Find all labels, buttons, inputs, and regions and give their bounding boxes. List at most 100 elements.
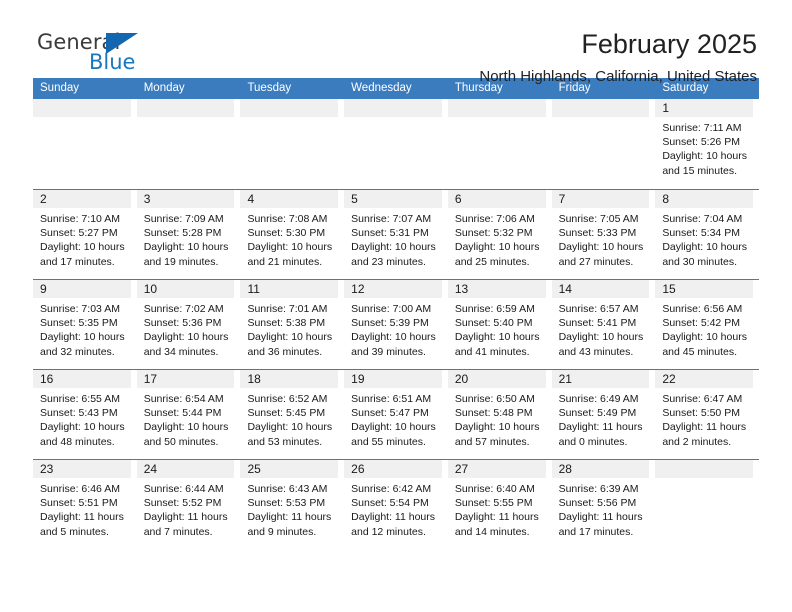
sunrise-text: Sunrise: 6:56 AM [662, 303, 743, 315]
sunrise-text: Sunrise: 6:39 AM [558, 483, 639, 495]
day-number: 13 [447, 280, 546, 298]
page-title: February 2025 [581, 29, 757, 59]
daylight-text: Daylight: 10 hours and 48 minutes. [40, 421, 125, 448]
sunrise-text: Sunrise: 7:05 AM [558, 213, 639, 225]
calendar-day-cell[interactable]: 24 Sunrise: 6:44 AM Sunset: 5:52 PM Dayligh… [136, 460, 241, 549]
sunrise-text: Sunrise: 6:49 AM [558, 393, 639, 405]
day-sun-info: Sunrise: 6:47 AM Sunset: 5:50 PM Daylight:… [655, 388, 753, 449]
calendar-day-cell-empty [551, 99, 656, 189]
calendar-day-cell[interactable]: 28 Sunrise: 6:39 AM Sunset: 5:56 PM Dayligh… [551, 460, 656, 549]
calendar-day-cell[interactable]: 20 Sunrise: 6:50 AM Sunset: 5:48 PM Dayligh… [447, 370, 552, 459]
calendar-day-cell[interactable]: 12 Sunrise: 7:00 AM Sunset: 5:39 PM Dayligh… [344, 280, 448, 369]
daylight-text: Daylight: 10 hours and 15 minutes. [662, 150, 747, 177]
calendar-day-cell[interactable]: 9 Sunrise: 7:03 AM Sunset: 5:35 PM Daylight… [33, 280, 137, 369]
day-sun-info: Sunrise: 7:04 AM Sunset: 5:34 PM Daylight:… [655, 208, 753, 269]
daylight-text: Daylight: 10 hours and 55 minutes. [351, 421, 436, 448]
calendar-day-cell[interactable]: 25 Sunrise: 6:43 AM Sunset: 5:53 PM Dayligh… [240, 460, 344, 549]
sunrise-text: Sunrise: 7:04 AM [662, 213, 743, 225]
sunrise-text: Sunrise: 7:08 AM [247, 213, 328, 225]
weekday-header-row: Sunday Monday Tuesday Wednesday Thursday… [33, 78, 759, 99]
calendar-day-cell-empty [447, 99, 552, 189]
day-sun-info: Sunrise: 6:54 AM Sunset: 5:44 PM Daylight:… [137, 388, 235, 449]
calendar-day-cell[interactable]: 18 Sunrise: 6:52 AM Sunset: 5:45 PM Dayligh… [240, 370, 344, 459]
daylight-text: Daylight: 11 hours and 17 minutes. [558, 511, 643, 538]
calendar-week-row: 1 Sunrise: 7:11 AM Sunset: 5:26 PM Daylight… [33, 99, 759, 189]
sunset-text: Sunset: 5:26 PM [662, 136, 740, 149]
day-number: 18 [240, 370, 339, 388]
day-number: 17 [136, 370, 235, 388]
sunset-text: Sunset: 5:27 PM [40, 227, 118, 240]
calendar-day-cell[interactable]: 14 Sunrise: 6:57 AM Sunset: 5:41 PM Dayligh… [551, 280, 656, 369]
calendar-day-cell[interactable]: 21 Sunrise: 6:49 AM Sunset: 5:49 PM Dayligh… [551, 370, 656, 459]
calendar-day-cell[interactable]: 6 Sunrise: 7:06 AM Sunset: 5:32 PM Daylight… [447, 190, 552, 279]
day-number [136, 99, 235, 117]
daylight-text: Daylight: 11 hours and 9 minutes. [247, 511, 332, 538]
day-number: 24 [136, 460, 235, 478]
calendar-day-cell[interactable]: 1 Sunrise: 7:11 AM Sunset: 5:26 PM Daylight… [655, 99, 759, 189]
weekday-header-thursday: Thursday [454, 82, 503, 94]
day-number: 27 [447, 460, 546, 478]
day-number [344, 99, 442, 117]
day-number: 22 [655, 370, 754, 388]
daylight-text: Daylight: 10 hours and 21 minutes. [247, 241, 333, 268]
calendar-day-cell[interactable]: 11 Sunrise: 7:01 AM Sunset: 5:38 PM Dayligh… [240, 280, 344, 369]
day-sun-info: Sunrise: 7:00 AM Sunset: 5:39 PM Daylight:… [344, 298, 442, 359]
day-number [551, 99, 650, 117]
calendar-day-cell[interactable]: 19 Sunrise: 6:51 AM Sunset: 5:47 PM Dayligh… [344, 370, 448, 459]
daylight-text: Daylight: 10 hours and 23 minutes. [351, 241, 436, 268]
calendar-day-cell[interactable]: 17 Sunrise: 6:54 AM Sunset: 5:44 PM Dayligh… [136, 370, 241, 459]
day-sun-info: Sunrise: 7:06 AM Sunset: 5:32 PM Daylight:… [448, 208, 546, 269]
day-sun-info: Sunrise: 7:05 AM Sunset: 5:33 PM Daylight:… [552, 208, 650, 269]
day-number: 7 [551, 190, 650, 208]
daylight-text: Daylight: 11 hours and 0 minutes. [558, 421, 643, 448]
calendar-day-cell[interactable]: 23 Sunrise: 6:46 AM Sunset: 5:51 PM Dayligh… [33, 460, 137, 549]
weekday-header-saturday: Saturday [662, 82, 709, 94]
sunrise-text: Sunrise: 6:47 AM [662, 393, 743, 405]
day-number: 21 [551, 370, 650, 388]
daylight-text: Daylight: 10 hours and 41 minutes. [454, 331, 540, 358]
day-sun-info: Sunrise: 6:56 AM Sunset: 5:42 PM Daylight:… [655, 298, 753, 359]
day-number: 3 [136, 190, 235, 208]
day-number: 15 [655, 280, 754, 298]
daylight-text: Daylight: 10 hours and 39 minutes. [351, 331, 436, 358]
sunrise-text: Sunrise: 7:07 AM [351, 213, 432, 225]
daylight-text: Daylight: 10 hours and 53 minutes. [247, 421, 333, 448]
sunrise-text: Sunrise: 7:11 AM [662, 122, 742, 134]
daylight-text: Daylight: 10 hours and 17 minutes. [40, 241, 125, 268]
calendar-day-cell[interactable]: 2 Sunrise: 7:10 AM Sunset: 5:27 PM Daylight… [33, 190, 137, 279]
generalblue-logo[interactable]: General Blue [33, 28, 153, 80]
calendar-day-cell[interactable]: 16 Sunrise: 6:55 AM Sunset: 5:43 PM Dayligh… [33, 370, 137, 459]
calendar-day-cell[interactable]: 10 Sunrise: 7:02 AM Sunset: 5:36 PM Dayligh… [136, 280, 241, 369]
sunset-text: Sunset: 5:32 PM [454, 227, 533, 240]
daylight-text: Daylight: 10 hours and 36 minutes. [247, 331, 333, 358]
calendar-day-cell[interactable]: 5 Sunrise: 7:07 AM Sunset: 5:31 PM Daylight… [344, 190, 448, 279]
day-number [240, 99, 339, 117]
sunset-text: Sunset: 5:34 PM [662, 227, 740, 240]
calendar-day-cell[interactable]: 22 Sunrise: 6:47 AM Sunset: 5:50 PM Dayligh… [655, 370, 759, 459]
day-number: 4 [240, 190, 339, 208]
calendar-day-cell[interactable]: 26 Sunrise: 6:42 AM Sunset: 5:54 PM Dayligh… [344, 460, 448, 549]
daylight-text: Daylight: 11 hours and 12 minutes. [351, 511, 436, 538]
day-sun-info: Sunrise: 6:44 AM Sunset: 5:52 PM Daylight:… [137, 478, 235, 539]
sunrise-text: Sunrise: 7:09 AM [143, 213, 224, 225]
day-number: 9 [33, 280, 131, 298]
sunset-text: Sunset: 5:49 PM [558, 407, 637, 420]
sunrise-text: Sunrise: 6:43 AM [247, 483, 328, 495]
sunset-text: Sunset: 5:44 PM [143, 407, 222, 420]
calendar-day-cell[interactable]: 7 Sunrise: 7:05 AM Sunset: 5:33 PM Daylight… [551, 190, 656, 279]
calendar-day-cell[interactable]: 27 Sunrise: 6:40 AM Sunset: 5:55 PM Dayligh… [447, 460, 552, 549]
sunset-text: Sunset: 5:45 PM [247, 407, 326, 420]
day-number: 2 [33, 190, 131, 208]
sunset-text: Sunset: 5:55 PM [454, 497, 533, 510]
daylight-text: Daylight: 10 hours and 57 minutes. [454, 421, 540, 448]
sunrise-text: Sunrise: 6:51 AM [351, 393, 432, 405]
daylight-text: Daylight: 10 hours and 32 minutes. [40, 331, 125, 358]
calendar-day-cell[interactable]: 15 Sunrise: 6:56 AM Sunset: 5:42 PM Dayligh… [655, 280, 759, 369]
calendar-day-cell[interactable]: 4 Sunrise: 7:08 AM Sunset: 5:30 PM Daylight… [240, 190, 344, 279]
calendar-day-cell[interactable]: 3 Sunrise: 7:09 AM Sunset: 5:28 PM Daylight… [136, 190, 241, 279]
logo-text-blue: Blue [89, 50, 136, 74]
calendar-day-cell[interactable]: 8 Sunrise: 7:04 AM Sunset: 5:34 PM Daylight… [655, 190, 759, 279]
day-sun-info: Sunrise: 7:02 AM Sunset: 5:36 PM Daylight:… [137, 298, 235, 359]
day-number: 16 [33, 370, 131, 388]
calendar-day-cell[interactable]: 13 Sunrise: 6:59 AM Sunset: 5:40 PM Dayligh… [447, 280, 552, 369]
